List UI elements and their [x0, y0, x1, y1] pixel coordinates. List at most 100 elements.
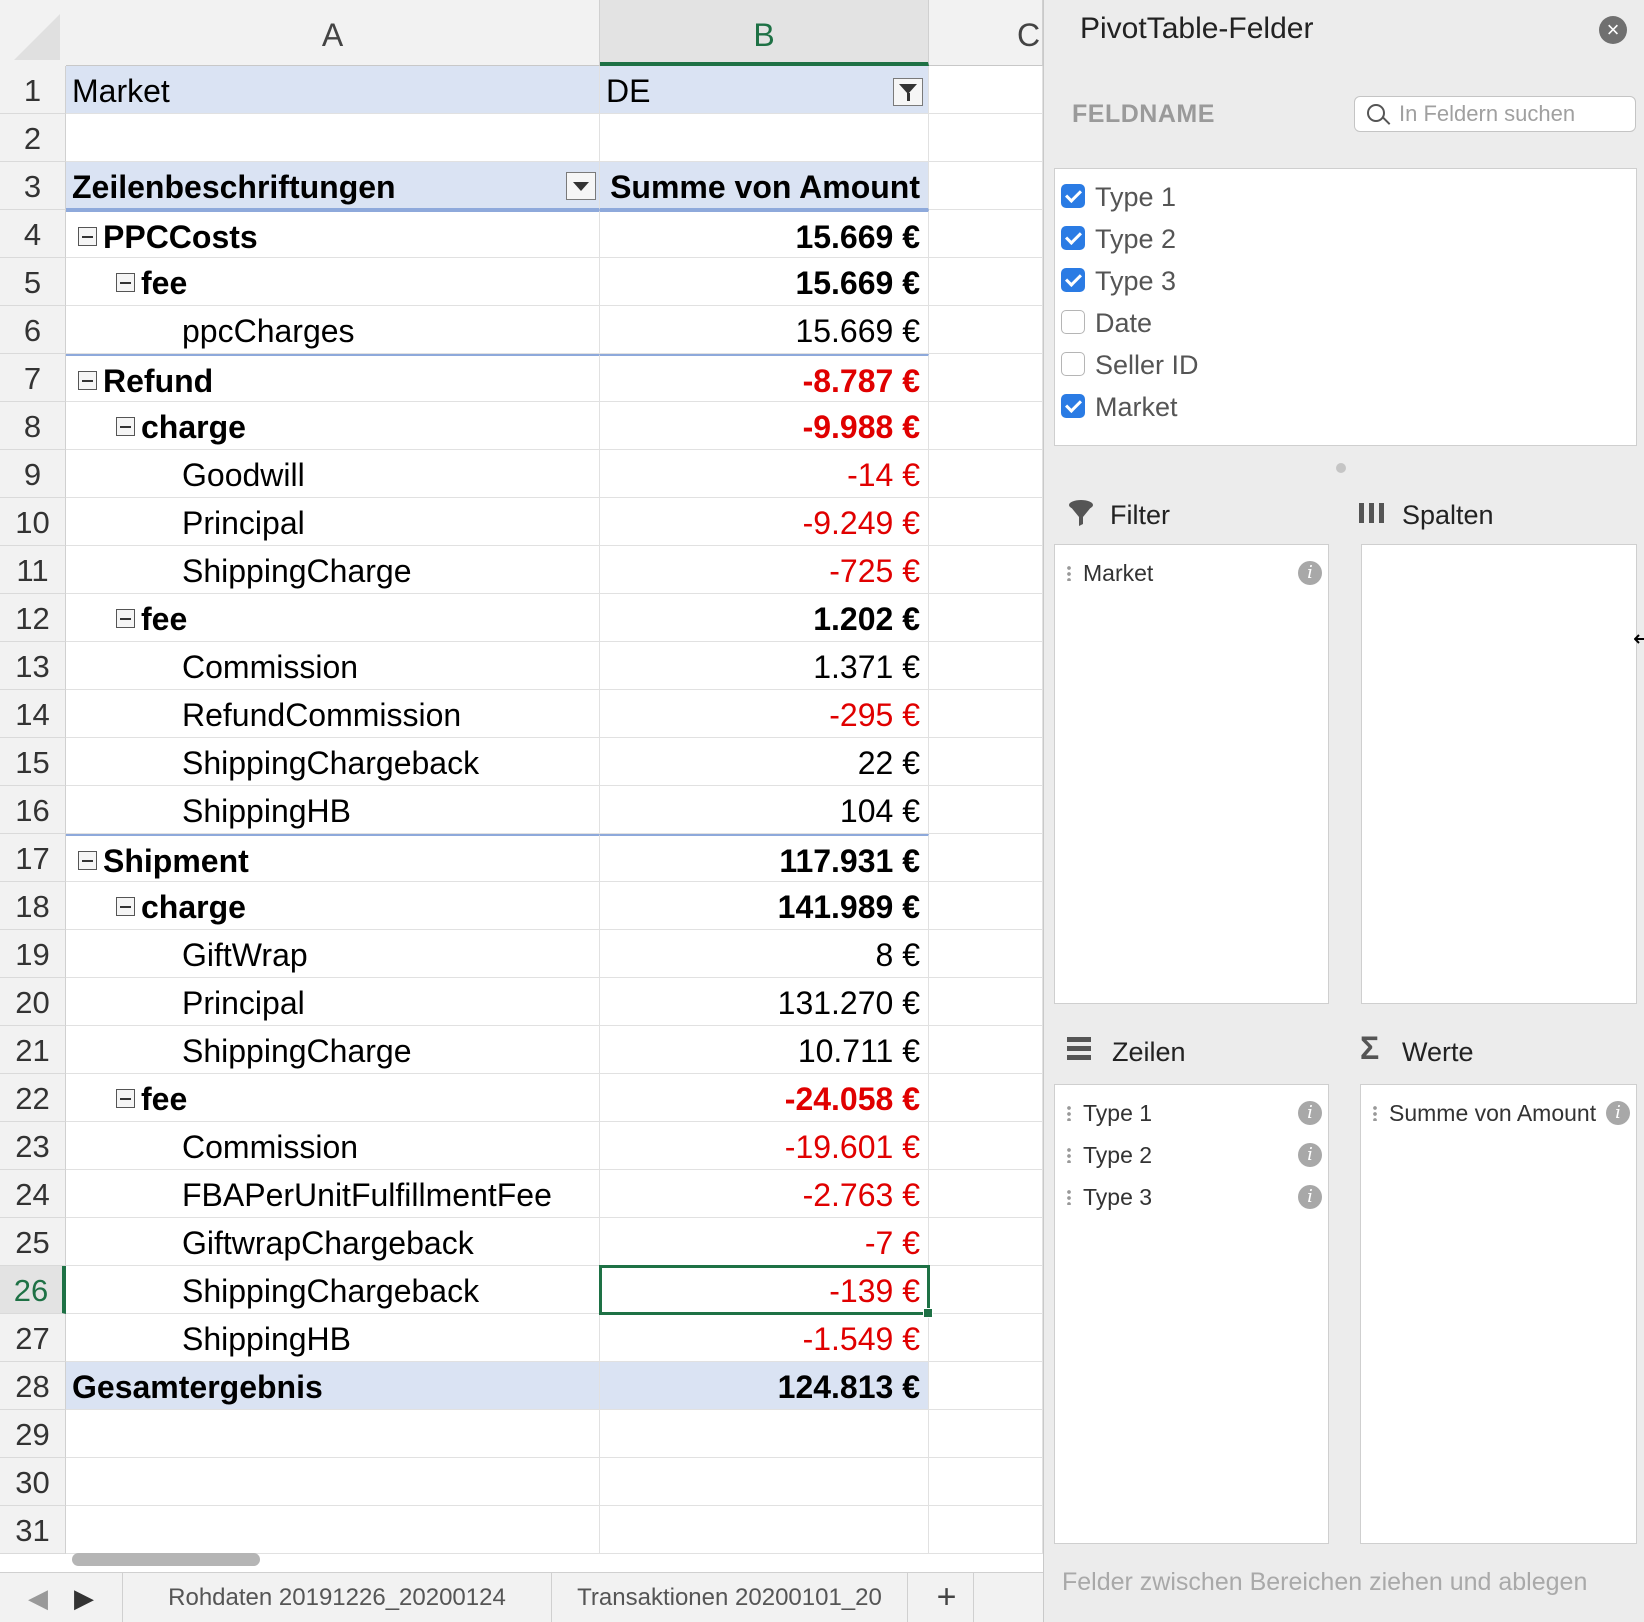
sheet-tab-rohdaten[interactable]: Rohdaten 20191226_20200124 — [122, 1573, 552, 1622]
drag-handle-icon[interactable] — [1067, 1146, 1071, 1163]
cell-a3[interactable]: Zeilenbeschriftungen — [66, 162, 600, 210]
drag-handle-icon[interactable] — [1067, 1188, 1071, 1205]
pane-splitter-handle[interactable] — [1336, 463, 1346, 473]
cell-c3[interactable] — [929, 162, 1043, 210]
cell-a18[interactable]: charge — [66, 882, 600, 930]
cell-b1[interactable]: DE — [600, 66, 929, 114]
collapse-icon[interactable] — [116, 897, 135, 917]
cell-a11[interactable]: ShippingCharge — [66, 546, 600, 594]
row-header[interactable]: 18 — [0, 882, 66, 930]
cell-a14[interactable]: RefundCommission — [66, 690, 600, 738]
cell-a21[interactable]: ShippingCharge — [66, 1026, 600, 1074]
info-icon[interactable]: i — [1298, 561, 1322, 585]
cell-b11[interactable]: -725 € — [600, 546, 929, 594]
row-header[interactable]: 2 — [0, 114, 66, 162]
cell-b21[interactable]: 10.711 € — [600, 1026, 929, 1074]
cell-b10[interactable]: -9.249 € — [600, 498, 929, 546]
cell-c21[interactable] — [929, 1026, 1043, 1074]
cell-a27[interactable]: ShippingHB — [66, 1314, 600, 1362]
cell-c25[interactable] — [929, 1218, 1043, 1266]
cell-a30[interactable] — [66, 1458, 600, 1506]
cell-c24[interactable] — [929, 1170, 1043, 1218]
cell-a26[interactable]: ShippingChargeback — [66, 1266, 600, 1314]
collapse-icon[interactable] — [78, 851, 97, 871]
field-checkbox[interactable] — [1061, 183, 1085, 208]
cell-c6[interactable] — [929, 306, 1043, 354]
row-header[interactable]: 20 — [0, 978, 66, 1026]
row-header[interactable]: 27 — [0, 1314, 66, 1362]
column-header-b[interactable]: B — [600, 0, 929, 66]
rows-area-item[interactable]: Type 3 — [1067, 1179, 1152, 1215]
cell-b15[interactable]: 22 € — [600, 738, 929, 786]
row-header[interactable]: 16 — [0, 786, 66, 834]
tab-next-icon[interactable]: ▶ — [74, 1583, 94, 1614]
collapse-icon[interactable] — [116, 273, 135, 293]
row-header[interactable]: 28 — [0, 1362, 66, 1410]
rows-drop-area[interactable]: Type 1 i Type 2 i Type 3 i — [1054, 1084, 1329, 1544]
row-header[interactable]: 29 — [0, 1410, 66, 1458]
cell-a5[interactable]: fee — [66, 258, 600, 306]
row-header[interactable]: 15 — [0, 738, 66, 786]
cell-a7[interactable]: Refund — [66, 354, 600, 402]
drag-handle-icon[interactable] — [1373, 1104, 1377, 1121]
select-all-corner[interactable] — [0, 0, 67, 67]
field-checkbox[interactable] — [1061, 309, 1085, 334]
cell-b17[interactable]: 117.931 € — [600, 834, 929, 882]
filter-drop-area[interactable]: Market i — [1054, 544, 1329, 1004]
cell-b6[interactable]: 15.669 € — [600, 306, 929, 354]
row-header[interactable]: 30 — [0, 1458, 66, 1506]
field-item[interactable]: Seller ID — [1061, 345, 1199, 385]
row-header[interactable]: 31 — [0, 1506, 66, 1554]
row-header[interactable]: 21 — [0, 1026, 66, 1074]
column-header-a[interactable]: A — [66, 0, 600, 66]
cell-b14[interactable]: -295 € — [600, 690, 929, 738]
cell-b13[interactable]: 1.371 € — [600, 642, 929, 690]
cell-c5[interactable] — [929, 258, 1043, 306]
cell-b31[interactable] — [600, 1506, 929, 1554]
row-header[interactable]: 6 — [0, 306, 66, 354]
field-checkbox[interactable] — [1061, 393, 1085, 418]
cell-c23[interactable] — [929, 1122, 1043, 1170]
field-item[interactable]: Market — [1061, 387, 1178, 427]
cell-b2[interactable] — [600, 114, 929, 162]
cell-b26[interactable]: -139 € — [600, 1266, 929, 1314]
row-header[interactable]: 11 — [0, 546, 66, 594]
cell-c29[interactable] — [929, 1410, 1043, 1458]
columns-drop-area[interactable] — [1361, 544, 1637, 1004]
cell-c20[interactable] — [929, 978, 1043, 1026]
cell-b29[interactable] — [600, 1410, 929, 1458]
cell-c2[interactable] — [929, 114, 1043, 162]
cell-b12[interactable]: 1.202 € — [600, 594, 929, 642]
row-header[interactable]: 24 — [0, 1170, 66, 1218]
cell-b3[interactable]: Summe von Amount — [600, 162, 929, 210]
row-header[interactable]: 7 — [0, 354, 66, 402]
values-drop-area[interactable]: Summe von Amount i — [1360, 1084, 1637, 1544]
cell-a25[interactable]: GiftwrapChargeback — [66, 1218, 600, 1266]
collapse-icon[interactable] — [116, 609, 135, 629]
cell-b30[interactable] — [600, 1458, 929, 1506]
row-header[interactable]: 19 — [0, 930, 66, 978]
values-area-item[interactable]: Summe von Amount — [1373, 1095, 1596, 1131]
field-checkbox[interactable] — [1061, 351, 1085, 376]
cell-b24[interactable]: -2.763 € — [600, 1170, 929, 1218]
cell-c31[interactable] — [929, 1506, 1043, 1554]
collapse-icon[interactable] — [78, 371, 97, 391]
info-icon[interactable]: i — [1298, 1143, 1322, 1167]
cell-b8[interactable]: -9.988 € — [600, 402, 929, 450]
market-filter-dropdown-icon[interactable] — [893, 78, 923, 106]
cell-c19[interactable] — [929, 930, 1043, 978]
cell-b28[interactable]: 124.813 € — [600, 1362, 929, 1410]
info-icon[interactable]: i — [1606, 1101, 1630, 1125]
cell-a6[interactable]: ppcCharges — [66, 306, 600, 354]
cell-a31[interactable] — [66, 1506, 600, 1554]
drag-handle-icon[interactable] — [1067, 1104, 1071, 1121]
filter-area-item[interactable]: Market — [1067, 555, 1153, 591]
cell-b20[interactable]: 131.270 € — [600, 978, 929, 1026]
tab-prev-icon[interactable]: ◀ — [28, 1583, 48, 1614]
row-header[interactable]: 25 — [0, 1218, 66, 1266]
cell-b19[interactable]: 8 € — [600, 930, 929, 978]
cell-a17[interactable]: Shipment — [66, 834, 600, 882]
cell-a29[interactable] — [66, 1410, 600, 1458]
cell-a16[interactable]: ShippingHB — [66, 786, 600, 834]
cell-c14[interactable] — [929, 690, 1043, 738]
